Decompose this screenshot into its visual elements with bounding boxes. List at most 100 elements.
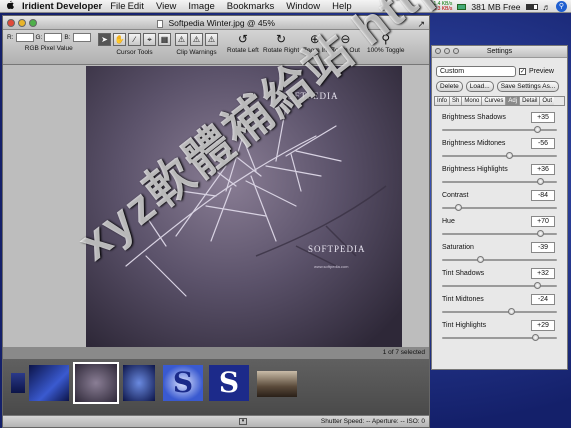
clip-warnings-label: Clip Warnings xyxy=(176,49,217,56)
param-slider-track[interactable] xyxy=(442,155,557,157)
grid-tool-icon[interactable]: ▦ xyxy=(158,33,171,46)
clip-highlight-warning-icon[interactable]: ⚠ xyxy=(190,33,203,46)
tab-out[interactable]: Out xyxy=(540,97,555,105)
param-label: Tint Highlights xyxy=(442,322,487,329)
iso: ISO: 0 xyxy=(406,418,425,425)
menu-image[interactable]: Image xyxy=(188,1,214,12)
param-slider-track[interactable] xyxy=(442,259,557,261)
g-label: G: xyxy=(35,34,43,41)
close-button[interactable] xyxy=(7,19,15,27)
menu-help[interactable]: Help xyxy=(332,1,352,12)
app-menu[interactable]: Iridient Developer xyxy=(22,1,102,12)
param-value-field[interactable]: -56 xyxy=(531,138,555,149)
param-slider-knob[interactable] xyxy=(536,230,544,237)
tab-curves[interactable]: Curves xyxy=(482,97,507,105)
settings-title: Settings xyxy=(486,48,513,55)
param-label: Saturation xyxy=(442,244,474,251)
param-value-field[interactable]: -84 xyxy=(531,190,555,201)
param-value-field[interactable]: +32 xyxy=(531,268,555,279)
crop-tool-icon[interactable]: ⌖ xyxy=(143,33,156,46)
clip-color-warning-icon[interactable]: ⚠ xyxy=(205,33,218,46)
clip-shadow-warning-icon[interactable]: ⚠ xyxy=(175,33,188,46)
memory-free[interactable]: 381 MB Free xyxy=(471,2,520,12)
window-titlebar[interactable]: Softpedia Winter.jpg @ 45% ↗ xyxy=(3,16,429,30)
thumbnail-7[interactable] xyxy=(257,371,297,397)
hand-tool-icon[interactable]: ✋ xyxy=(113,33,126,46)
watermark-url: www.softpedia.com xyxy=(314,264,349,269)
thumbnail-1[interactable] xyxy=(11,373,25,393)
rotate-right-button[interactable]: ↻ Rotate Right xyxy=(263,33,299,55)
param-value-field[interactable]: +35 xyxy=(531,112,555,123)
settings-zoom-button[interactable] xyxy=(453,48,459,54)
load-button[interactable]: Load... xyxy=(465,81,494,92)
aperture: Aperture: -- xyxy=(371,418,405,425)
param-label: Tint Midtones xyxy=(442,296,484,303)
image-canvas[interactable]: SOFTPEDIA SOFTPEDIA www.softpedia.com xyxy=(3,66,429,347)
rotate-left-button[interactable]: ↺ Rotate Left xyxy=(227,32,259,55)
param-slider-knob[interactable] xyxy=(477,256,485,263)
apple-menu-icon[interactable] xyxy=(6,0,14,13)
param-slider-knob[interactable] xyxy=(536,178,544,185)
rotate-left-icon: ↺ xyxy=(237,32,248,46)
tab-info[interactable]: Info xyxy=(435,97,451,105)
filmstrip[interactable]: S S xyxy=(3,359,429,415)
window-controls xyxy=(7,19,37,27)
preview-image[interactable]: SOFTPEDIA SOFTPEDIA www.softpedia.com xyxy=(86,66,402,347)
param-slider-track[interactable] xyxy=(442,337,557,339)
param-slider-knob[interactable] xyxy=(534,282,542,289)
thumbnail-2[interactable] xyxy=(29,365,69,401)
fullscreen-icon[interactable]: ↗ xyxy=(417,17,425,31)
volume-icon[interactable]: ♬ xyxy=(543,2,552,12)
spotlight-icon[interactable]: ⚲ xyxy=(556,1,567,12)
battery-icon[interactable] xyxy=(525,3,538,10)
tab-sh[interactable]: Sh xyxy=(450,97,463,105)
param-slider-knob[interactable] xyxy=(505,152,513,159)
tab-adj[interactable]: Adj xyxy=(506,97,521,105)
menu-bookmarks[interactable]: Bookmarks xyxy=(227,1,275,12)
thumbnail-4[interactable] xyxy=(123,365,155,401)
param-slider-knob[interactable] xyxy=(532,334,540,341)
eyedropper-tool-icon[interactable]: ∕ xyxy=(128,33,141,46)
cursor-tools-group: ➤ ✋ ∕ ⌖ ▦ Cursor Tools xyxy=(98,33,171,56)
settings-minimize-button[interactable] xyxy=(444,48,450,54)
param-value-field[interactable]: +36 xyxy=(531,164,555,175)
menu-window[interactable]: Window xyxy=(286,1,320,12)
menubar-extras: 1.4 KB/s 4.3 KB/s 381 MB Free ♬ ⚲ xyxy=(433,0,567,13)
thumbnail-3-selected[interactable] xyxy=(73,362,119,404)
param-slider-track[interactable] xyxy=(442,311,557,313)
tab-mono[interactable]: Mono xyxy=(462,97,483,105)
zoom-button[interactable] xyxy=(29,19,37,27)
frost-branch-illustration xyxy=(125,105,387,297)
filmstrip-toggle-icon[interactable]: ▾ xyxy=(239,418,247,425)
param-label: Brightness Highlights xyxy=(442,166,508,173)
toggle-100-button[interactable]: ⚲ 100% Toggle xyxy=(367,33,404,55)
thumbnail-6[interactable]: S xyxy=(209,365,249,401)
filmstrip-header: 1 of 7 selected xyxy=(3,347,429,359)
param-value-field[interactable]: -39 xyxy=(531,242,555,253)
document-icon xyxy=(157,19,164,28)
preview-checkbox[interactable]: ✓ xyxy=(519,68,526,75)
menu-view[interactable]: View xyxy=(156,1,176,12)
preset-select[interactable]: Custom xyxy=(436,66,516,77)
settings-close-button[interactable] xyxy=(435,48,441,54)
shutter-speed: Shutter Speed: -- xyxy=(320,418,371,425)
param-slider-knob[interactable] xyxy=(508,308,515,315)
main-window: Softpedia Winter.jpg @ 45% ↗ R: G: B: RG… xyxy=(2,15,430,428)
tab-detail[interactable]: Detail xyxy=(520,97,541,105)
param-slider-knob[interactable] xyxy=(455,204,463,211)
settings-titlebar[interactable]: Settings xyxy=(432,46,567,58)
zoom-out-button[interactable]: ⊖ Zoom Out xyxy=(331,33,360,55)
save-settings-button[interactable]: Save Settings As... xyxy=(496,81,560,92)
menu-file[interactable]: File xyxy=(110,1,125,12)
delete-button[interactable]: Delete xyxy=(436,81,463,92)
param-value-field[interactable]: +29 xyxy=(531,320,555,331)
param-slider-knob[interactable] xyxy=(534,126,542,133)
thumbnail-5[interactable]: S xyxy=(163,365,203,401)
minimize-button[interactable] xyxy=(18,19,26,27)
zoom-in-button[interactable]: ⊕ Zoom In xyxy=(303,33,327,55)
menubar: Iridient Developer File Edit View Image … xyxy=(0,0,571,13)
menu-edit[interactable]: Edit xyxy=(128,1,144,12)
param-value-field[interactable]: +70 xyxy=(531,216,555,227)
param-value-field[interactable]: -24 xyxy=(531,294,555,305)
arrow-tool-icon[interactable]: ➤ xyxy=(98,33,111,46)
